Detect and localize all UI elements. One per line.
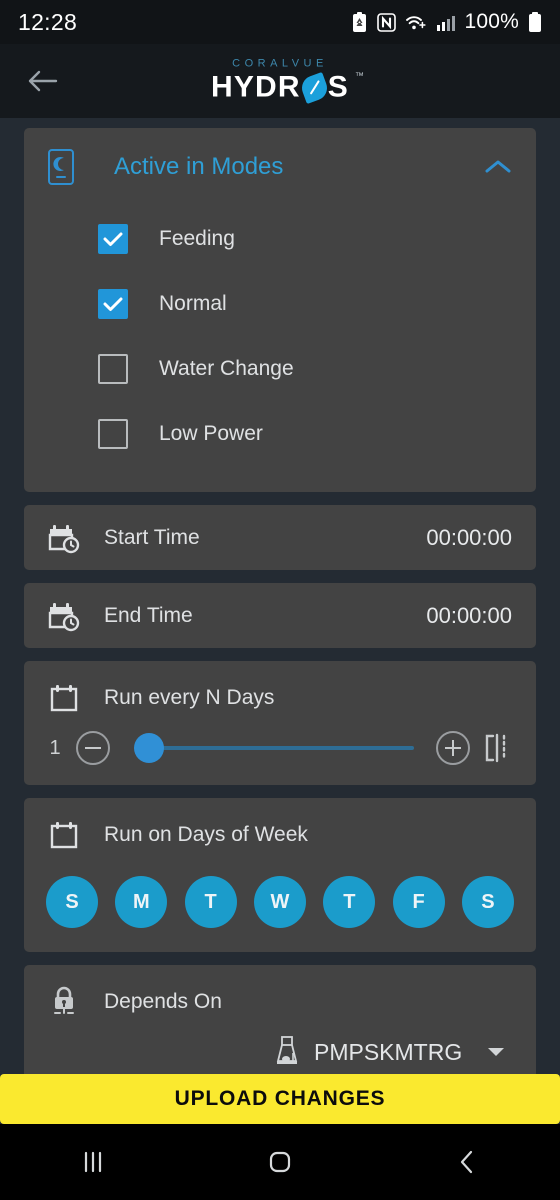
mode-row-feeding[interactable]: Feeding <box>24 206 536 271</box>
checkbox-water-change[interactable] <box>98 353 128 384</box>
caret-down-icon[interactable] <box>488 1048 504 1056</box>
upload-changes-button[interactable]: UPLOAD CHANGES <box>0 1074 560 1124</box>
checkbox-feeding[interactable] <box>98 223 128 254</box>
chevron-up-icon[interactable] <box>484 158 512 176</box>
battery-percent-label: 100% <box>464 10 519 33</box>
run-every-n-days-title: Run every N Days <box>104 686 275 709</box>
end-time-row[interactable]: End Time 00:00:00 <box>24 583 536 648</box>
active-in-modes-header[interactable]: Active in Modes <box>24 128 536 206</box>
depends-on-header: Depends On <box>24 979 536 1025</box>
checkbox-normal[interactable] <box>98 288 128 319</box>
logo-hydros-right: S <box>327 70 350 104</box>
battery-icon <box>529 11 541 32</box>
depends-on-card: Depends On PMPSKMTRG <box>24 965 536 1074</box>
home-icon <box>269 1151 291 1173</box>
cellular-signal-icon <box>437 15 456 31</box>
depends-on-title: Depends On <box>104 990 222 1013</box>
mode-label-low-power: Low Power <box>159 421 263 445</box>
app-bar: CORALVUE HYDR S ™ <box>0 44 560 118</box>
day-toggle-thursday[interactable]: T <box>323 876 376 928</box>
n-days-slider[interactable] <box>134 732 414 764</box>
mode-row-normal[interactable]: Normal <box>24 271 536 336</box>
logo-hydros-left: HYDR <box>210 70 301 104</box>
days-of-week-row: S M T W T F S <box>24 858 536 928</box>
nfc-icon <box>377 12 397 32</box>
calendar-icon <box>50 822 78 849</box>
day-toggle-wednesday[interactable]: W <box>253 876 306 928</box>
recents-button[interactable] <box>48 1132 138 1192</box>
status-bar: 12:28 100% <box>0 0 560 44</box>
checkbox-low-power[interactable] <box>98 418 128 449</box>
calendar-clock-icon <box>48 602 80 631</box>
depends-on-selected-value: PMPSKMTRG <box>314 1038 463 1065</box>
decrement-button[interactable] <box>76 731 110 765</box>
align-offset-button[interactable] <box>478 733 516 763</box>
status-icons: 100% <box>351 10 542 34</box>
end-time-label: End Time <box>104 603 193 627</box>
lock-dependency-icon <box>54 986 74 1014</box>
run-every-n-days-header: Run every N Days <box>24 675 536 721</box>
battery-saver-icon <box>353 11 367 32</box>
active-in-modes-title: Active in Modes <box>114 153 284 180</box>
run-on-days-of-week-card: Run on Days of Week S M T W T F S <box>24 798 536 952</box>
mode-label-feeding: Feeding <box>159 226 235 250</box>
home-button[interactable] <box>235 1132 325 1192</box>
mode-label-water-change: Water Change <box>159 356 294 380</box>
recent-apps-icon <box>85 1151 102 1173</box>
active-in-modes-card: Active in Modes Feeding Normal Water Cha… <box>24 128 536 492</box>
day-toggle-tuesday[interactable]: T <box>184 876 237 928</box>
settings-scroll-area[interactable]: Active in Modes Feeding Normal Water Cha… <box>0 118 560 1074</box>
run-every-n-days-card: Run every N Days 1 <box>24 661 536 785</box>
run-on-days-of-week-header: Run on Days of Week <box>24 812 536 858</box>
n-days-value: 1 <box>49 736 61 759</box>
check-icon <box>103 232 123 246</box>
mode-row-low-power[interactable]: Low Power <box>24 401 536 466</box>
hydros-logo: CORALVUE HYDR S ™ <box>0 58 560 105</box>
depends-on-dropdown-inner[interactable]: PMPSKMTRG <box>268 1035 508 1074</box>
back-button[interactable] <box>10 49 74 113</box>
end-time-value[interactable]: 00:00:00 <box>426 603 512 629</box>
run-on-days-of-week-title: Run on Days of Week <box>104 823 308 846</box>
start-time-card[interactable]: Start Time 00:00:00 <box>24 505 536 570</box>
mode-row-water-change[interactable]: Water Change <box>24 336 536 401</box>
run-every-n-days-controls: 1 <box>24 721 536 765</box>
nav-back-icon <box>460 1150 472 1174</box>
start-time-label: Start Time <box>104 525 200 549</box>
day-toggle-monday[interactable]: M <box>115 876 168 928</box>
day-toggle-friday[interactable]: F <box>392 876 445 928</box>
slider-track <box>136 746 414 750</box>
back-arrow-icon <box>28 70 58 92</box>
calendar-clock-icon <box>48 524 80 553</box>
logo-trademark: ™ <box>354 70 366 81</box>
end-time-card[interactable]: End Time 00:00:00 <box>24 583 536 648</box>
device-mode-icon <box>48 149 74 185</box>
leaf-icon <box>298 71 331 104</box>
calendar-icon <box>50 685 78 712</box>
status-clock: 12:28 <box>18 8 78 35</box>
increment-button[interactable] <box>436 731 470 765</box>
phone-screen: 12:28 100% CORALVUE HYDR S ™ Active in M… <box>0 0 560 1200</box>
start-time-value[interactable]: 00:00:00 <box>426 525 512 551</box>
mode-label-normal: Normal <box>159 291 227 315</box>
protein-skimmer-icon <box>276 1036 298 1064</box>
nav-back-button[interactable] <box>422 1132 512 1192</box>
check-icon <box>103 297 123 311</box>
wifi-icon <box>406 15 427 29</box>
depends-on-dropdown[interactable]: PMPSKMTRG <box>24 1035 508 1074</box>
align-offset-icon <box>485 733 506 763</box>
logo-coralvue-text: CORALVUE <box>232 57 328 70</box>
start-time-row[interactable]: Start Time 00:00:00 <box>24 505 536 570</box>
slider-thumb[interactable] <box>134 733 164 763</box>
day-toggle-saturday[interactable]: S <box>461 876 514 928</box>
logo-hydros-text: HYDR S ™ <box>210 70 364 105</box>
day-toggle-sunday[interactable]: S <box>46 876 98 928</box>
android-nav-bar <box>0 1124 560 1200</box>
